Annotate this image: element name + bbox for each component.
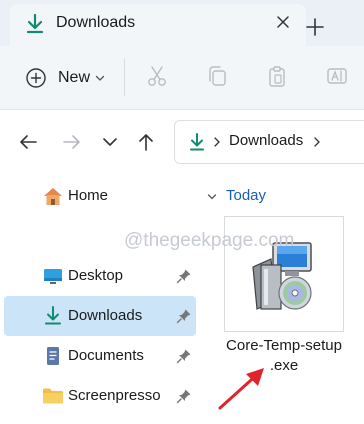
pin-icon[interactable]: [176, 268, 192, 284]
new-button-label: New: [58, 69, 91, 86]
title-bar: Downloads: [0, 0, 364, 46]
download-icon: [26, 13, 44, 34]
sidebar-item-label: Documents: [68, 347, 144, 364]
paste-icon[interactable]: [265, 64, 289, 88]
cut-icon[interactable]: [145, 64, 169, 88]
group-label: Today: [226, 187, 267, 204]
chevron-down-icon: [207, 194, 217, 200]
chevron-right-icon[interactable]: [311, 136, 323, 148]
navigation-pane: Home Desktop Downloads Documents Screenp…: [0, 176, 200, 424]
rename-icon[interactable]: [325, 64, 349, 88]
download-icon: [190, 133, 204, 151]
chevron-down-icon[interactable]: [98, 130, 122, 154]
copy-icon[interactable]: [205, 64, 229, 88]
sidebar-item-documents[interactable]: Documents: [4, 336, 196, 376]
sidebar-item-label: Home: [68, 187, 109, 204]
pin-icon[interactable]: [176, 388, 192, 404]
file-item[interactable]: [224, 216, 344, 332]
sidebar-item-desktop[interactable]: Desktop: [4, 256, 196, 296]
sidebar-item-label: Desktop: [68, 267, 124, 284]
command-bar: New: [0, 46, 364, 110]
plus-circle-icon: [26, 68, 46, 88]
annotation-arrow: [218, 368, 264, 410]
chevron-right-icon[interactable]: [211, 136, 223, 148]
sidebar-item-label: Screenpresso: [68, 387, 161, 404]
toolbar-separator: [124, 58, 125, 96]
download-icon: [45, 306, 61, 325]
tab-downloads[interactable]: Downloads: [10, 4, 306, 46]
pin-icon[interactable]: [176, 348, 192, 364]
arrow-left-icon[interactable]: [16, 130, 40, 154]
sidebar-item-label: Downloads: [68, 307, 143, 324]
close-icon[interactable]: [273, 12, 293, 32]
new-button[interactable]: New: [18, 60, 118, 96]
chevron-down-icon: [95, 75, 105, 81]
breadcrumb-downloads[interactable]: Downloads: [229, 132, 303, 149]
sidebar-item-downloads[interactable]: Downloads: [4, 296, 196, 336]
tab-title: Downloads: [56, 14, 136, 31]
documents-icon: [47, 347, 59, 365]
desktop-icon: [44, 269, 62, 284]
navigation-bar: Downloads: [0, 110, 364, 176]
arrow-right-icon[interactable]: [60, 130, 84, 154]
sidebar-item-screenpresso[interactable]: Screenpresso: [4, 376, 196, 416]
arrow-up-icon[interactable]: [134, 130, 158, 154]
address-bar[interactable]: Downloads: [174, 120, 364, 164]
installer-icon: [252, 242, 312, 310]
folder-icon: [43, 388, 63, 404]
file-name-line: Core-Temp-setup: [226, 337, 342, 354]
pin-icon[interactable]: [176, 308, 192, 324]
new-tab-plus-icon[interactable]: [302, 14, 328, 40]
home-icon: [44, 188, 62, 205]
sidebar-item-home[interactable]: Home: [4, 176, 196, 216]
